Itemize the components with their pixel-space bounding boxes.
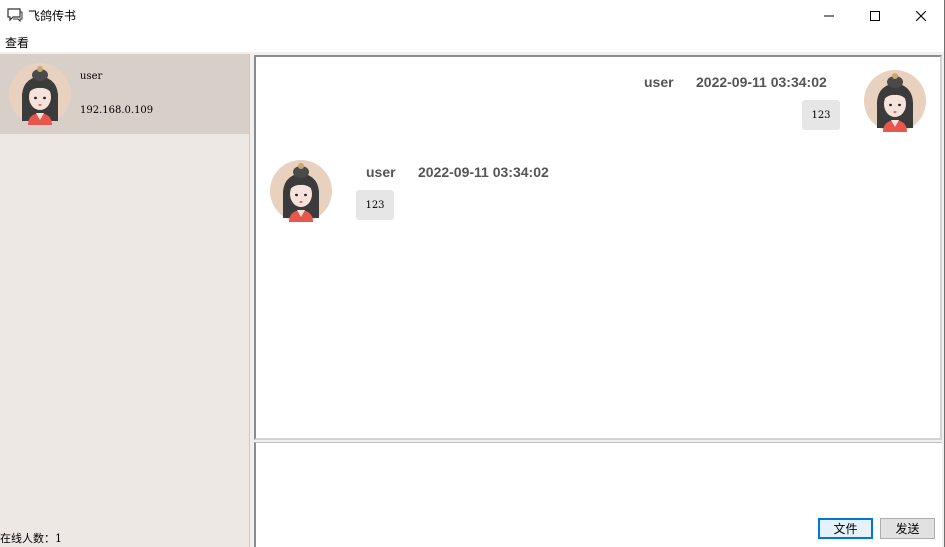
avatar [9,63,71,125]
contact-name: user [80,71,103,82]
avatar [864,70,926,132]
menu-view[interactable]: 查看 [5,34,29,51]
message-time: 2022-09-11 03:34:02 [696,74,827,90]
menu-bar: 查看 [0,31,944,52]
close-icon [916,10,926,21]
message-time: 2022-09-11 03:34:02 [418,164,549,180]
maximize-icon [870,10,880,21]
app-window: 飞鸽传书 查看 user 192.168.0.109 在线人数：1 user 2… [0,0,945,547]
send-button[interactable]: 发送 [880,518,935,539]
message-sender: user [644,74,674,90]
contact-item[interactable]: user 192.168.0.109 [0,54,249,134]
chat-history[interactable]: user 2022-09-11 03:34:02 123 user 2022-0… [254,55,942,440]
file-button[interactable]: 文件 [818,518,873,539]
avatar [270,160,332,222]
chat-bubble-icon [7,8,23,22]
contact-ip: 192.168.0.109 [80,105,154,116]
minimize-icon [824,15,834,16]
message-sender: user [366,164,396,180]
maximize-button[interactable] [852,0,898,31]
title-bar: 飞鸽传书 [0,0,944,31]
window-title: 飞鸽传书 [28,9,77,23]
message-bubble: 123 [802,100,840,130]
minimize-button[interactable] [806,0,852,31]
online-count: 在线人数：1 [0,532,62,545]
contact-list: user 192.168.0.109 在线人数：1 [0,54,250,547]
close-button[interactable] [898,0,944,31]
message-bubble: 123 [356,190,394,220]
